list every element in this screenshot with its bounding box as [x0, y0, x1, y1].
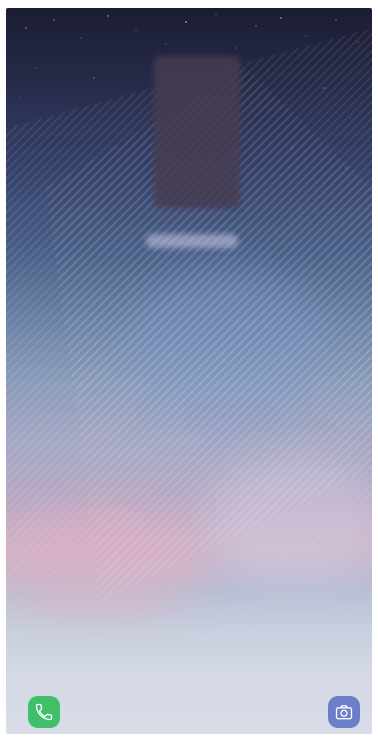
device-frame	[0, 0, 378, 740]
phone-icon	[35, 703, 53, 721]
date-text	[146, 234, 238, 248]
camera-icon	[335, 705, 353, 720]
camera-shortcut-button[interactable]	[328, 696, 360, 728]
lock-screen[interactable]	[6, 8, 372, 734]
clock-widget	[154, 56, 240, 208]
phone-shortcut-button[interactable]	[28, 696, 60, 728]
